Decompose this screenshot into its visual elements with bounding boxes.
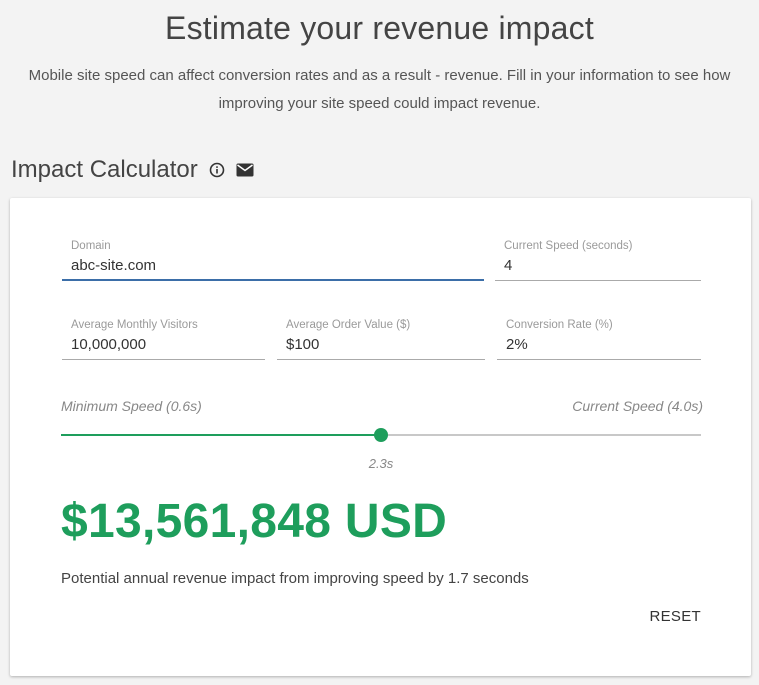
envelope-icon[interactable]: [236, 161, 254, 179]
domain-field-group: Domain: [62, 240, 484, 281]
domain-input[interactable]: [62, 256, 484, 281]
page-subtitle: Mobile site speed can affect conversion …: [28, 67, 731, 112]
conversion-rate-field-group: Conversion Rate (%): [497, 319, 701, 360]
monthly-visitors-input[interactable]: [62, 335, 265, 360]
page-title: Estimate your revenue impact: [165, 10, 594, 46]
calculator-card: Domain Current Speed (seconds) Average M…: [10, 198, 751, 676]
speed-slider-thumb[interactable]: [374, 428, 388, 442]
current-speed-field-group: Current Speed (seconds): [495, 240, 701, 281]
info-circle-icon[interactable]: [208, 161, 226, 179]
conversion-rate-input[interactable]: [497, 335, 701, 360]
conversion-rate-label: Conversion Rate (%): [506, 319, 613, 331]
current-speed-input[interactable]: [495, 256, 701, 281]
slider-max-label: Current Speed (4.0s): [572, 398, 703, 414]
monthly-visitors-label: Average Monthly Visitors: [71, 319, 198, 331]
current-speed-label: Current Speed (seconds): [504, 240, 633, 252]
order-value-input[interactable]: [277, 335, 485, 360]
monthly-visitors-field-group: Average Monthly Visitors: [62, 319, 265, 360]
order-value-field-group: Average Order Value ($): [277, 319, 485, 360]
revenue-impact-caption: Potential annual revenue impact from imp…: [61, 570, 529, 587]
section-header: Impact Calculator: [11, 156, 254, 184]
order-value-label: Average Order Value ($): [286, 319, 411, 331]
speed-slider-fill: [61, 434, 381, 436]
slider-min-label: Minimum Speed (0.6s): [61, 398, 202, 414]
speed-slider-track[interactable]: [61, 428, 701, 442]
slider-value-label: 2.3s: [368, 456, 394, 471]
domain-label: Domain: [71, 240, 111, 252]
reset-button[interactable]: RESET: [649, 608, 701, 625]
section-title: Impact Calculator: [11, 156, 198, 183]
revenue-impact-amount: $13,561,848 USD: [61, 495, 448, 548]
